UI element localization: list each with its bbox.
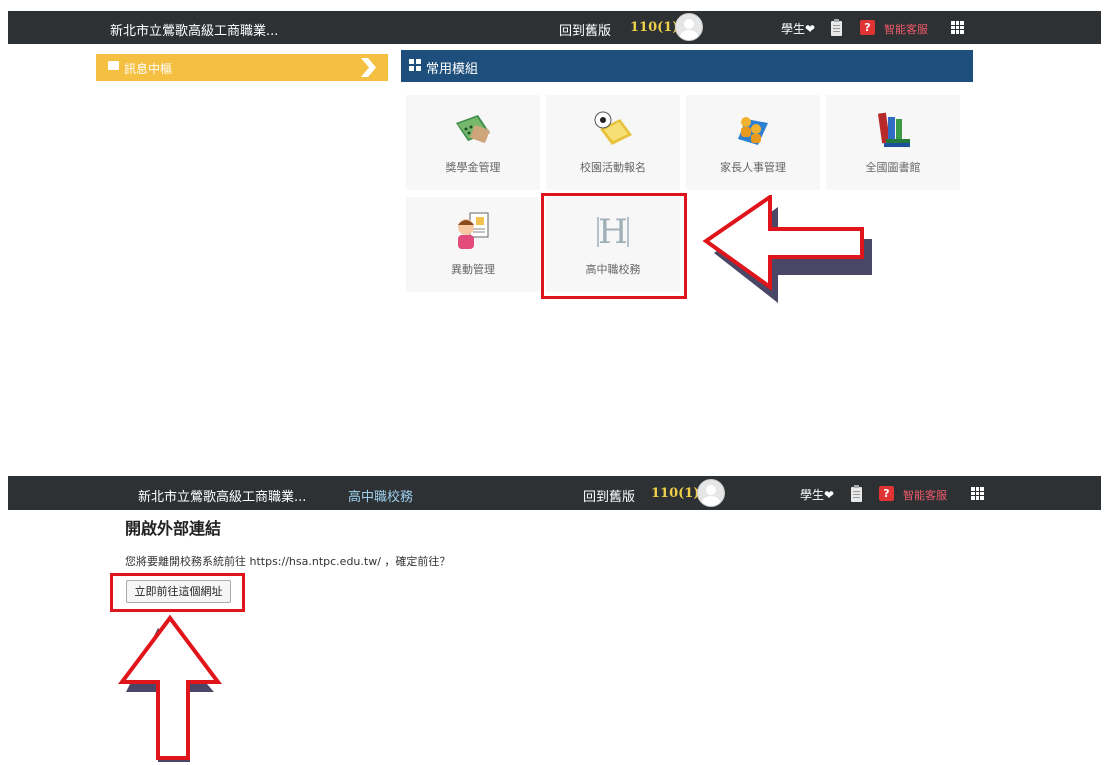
module-tile-change[interactable]: 異動管理 <box>406 197 540 292</box>
help-icon[interactable]: ? <box>879 486 894 501</box>
module-tile-activity[interactable]: 校園活動報名 <box>546 95 680 190</box>
help-icon[interactable]: ? <box>860 20 875 35</box>
activity-icon <box>594 111 632 145</box>
parents-icon <box>738 117 768 145</box>
page-title: 開啟外部連結 <box>125 519 222 538</box>
highlight-box-school-affairs <box>541 193 687 299</box>
common-modules-bar: 常用模組 <box>401 50 973 82</box>
chevron-down-icon: ❤ <box>824 488 835 502</box>
avatar[interactable] <box>675 13 703 41</box>
common-modules-title: 常用模組 <box>426 62 479 77</box>
module-tile-parents[interactable]: 家長人事管理 <box>686 95 820 190</box>
school-name[interactable]: 新北市立鶯歌高級工商職業... <box>110 20 278 39</box>
module-tile-library[interactable]: 全國圖書館 <box>826 95 960 190</box>
notification-count[interactable]: 110(1) <box>630 20 678 35</box>
message-center-bar[interactable]: 訊息中樞 <box>96 54 388 81</box>
chevron-down-icon: ❤ <box>805 22 816 36</box>
back-to-old-version-link[interactable]: 回到舊版 <box>583 486 635 505</box>
role-label: 學生 <box>781 22 806 36</box>
grid-icon <box>409 59 421 71</box>
arrow-left-annotation <box>702 195 872 303</box>
arrow-up-annotation <box>118 614 222 762</box>
module-label: 校園活動報名 <box>580 161 646 174</box>
smart-service-link[interactable]: 智能客服 <box>903 487 947 503</box>
scholarship-icon <box>456 115 490 143</box>
module-label: 獎學金管理 <box>445 161 501 174</box>
current-module-label[interactable]: 高中職校務 <box>348 486 413 505</box>
clipboard-icon[interactable] <box>851 485 862 502</box>
role-dropdown[interactable]: 學生❤ <box>800 486 834 503</box>
bottom-navbar: 新北市立鶯歌高級工商職業... 高中職校務 回到舊版 110(1) 學生❤ ? … <box>8 476 1101 510</box>
leave-site-message: 您將要離開校務系統前往 https://hsa.ntpc.edu.tw/ ，確定… <box>125 555 451 568</box>
notification-count[interactable]: 110(1) <box>651 486 699 501</box>
change-icon <box>458 212 489 249</box>
smart-service-link[interactable]: 智能客服 <box>884 21 928 37</box>
apps-grid-icon[interactable] <box>971 487 984 500</box>
clipboard-icon[interactable] <box>831 19 842 36</box>
module-label: 全國圖書館 <box>865 161 921 174</box>
comment-icon <box>108 61 119 70</box>
module-label: 家長人事管理 <box>720 161 786 174</box>
role-label: 學生 <box>800 488 825 502</box>
top-navbar: 新北市立鶯歌高級工商職業... 回到舊版 110(1) 學生❤ ? 智能客服 <box>8 11 1101 44</box>
chevron-right-icon <box>361 58 376 77</box>
message-center-label: 訊息中樞 <box>124 62 173 76</box>
library-icon <box>877 112 910 147</box>
back-to-old-version-link[interactable]: 回到舊版 <box>559 20 611 39</box>
role-dropdown[interactable]: 學生❤ <box>781 20 815 37</box>
avatar[interactable] <box>697 479 725 507</box>
module-label: 異動管理 <box>451 263 495 276</box>
school-name[interactable]: 新北市立鶯歌高級工商職業... <box>138 486 306 505</box>
module-tile-scholarship[interactable]: 獎學金管理 <box>406 95 540 190</box>
apps-grid-icon[interactable] <box>951 21 964 34</box>
highlight-box-go-button <box>110 573 245 612</box>
